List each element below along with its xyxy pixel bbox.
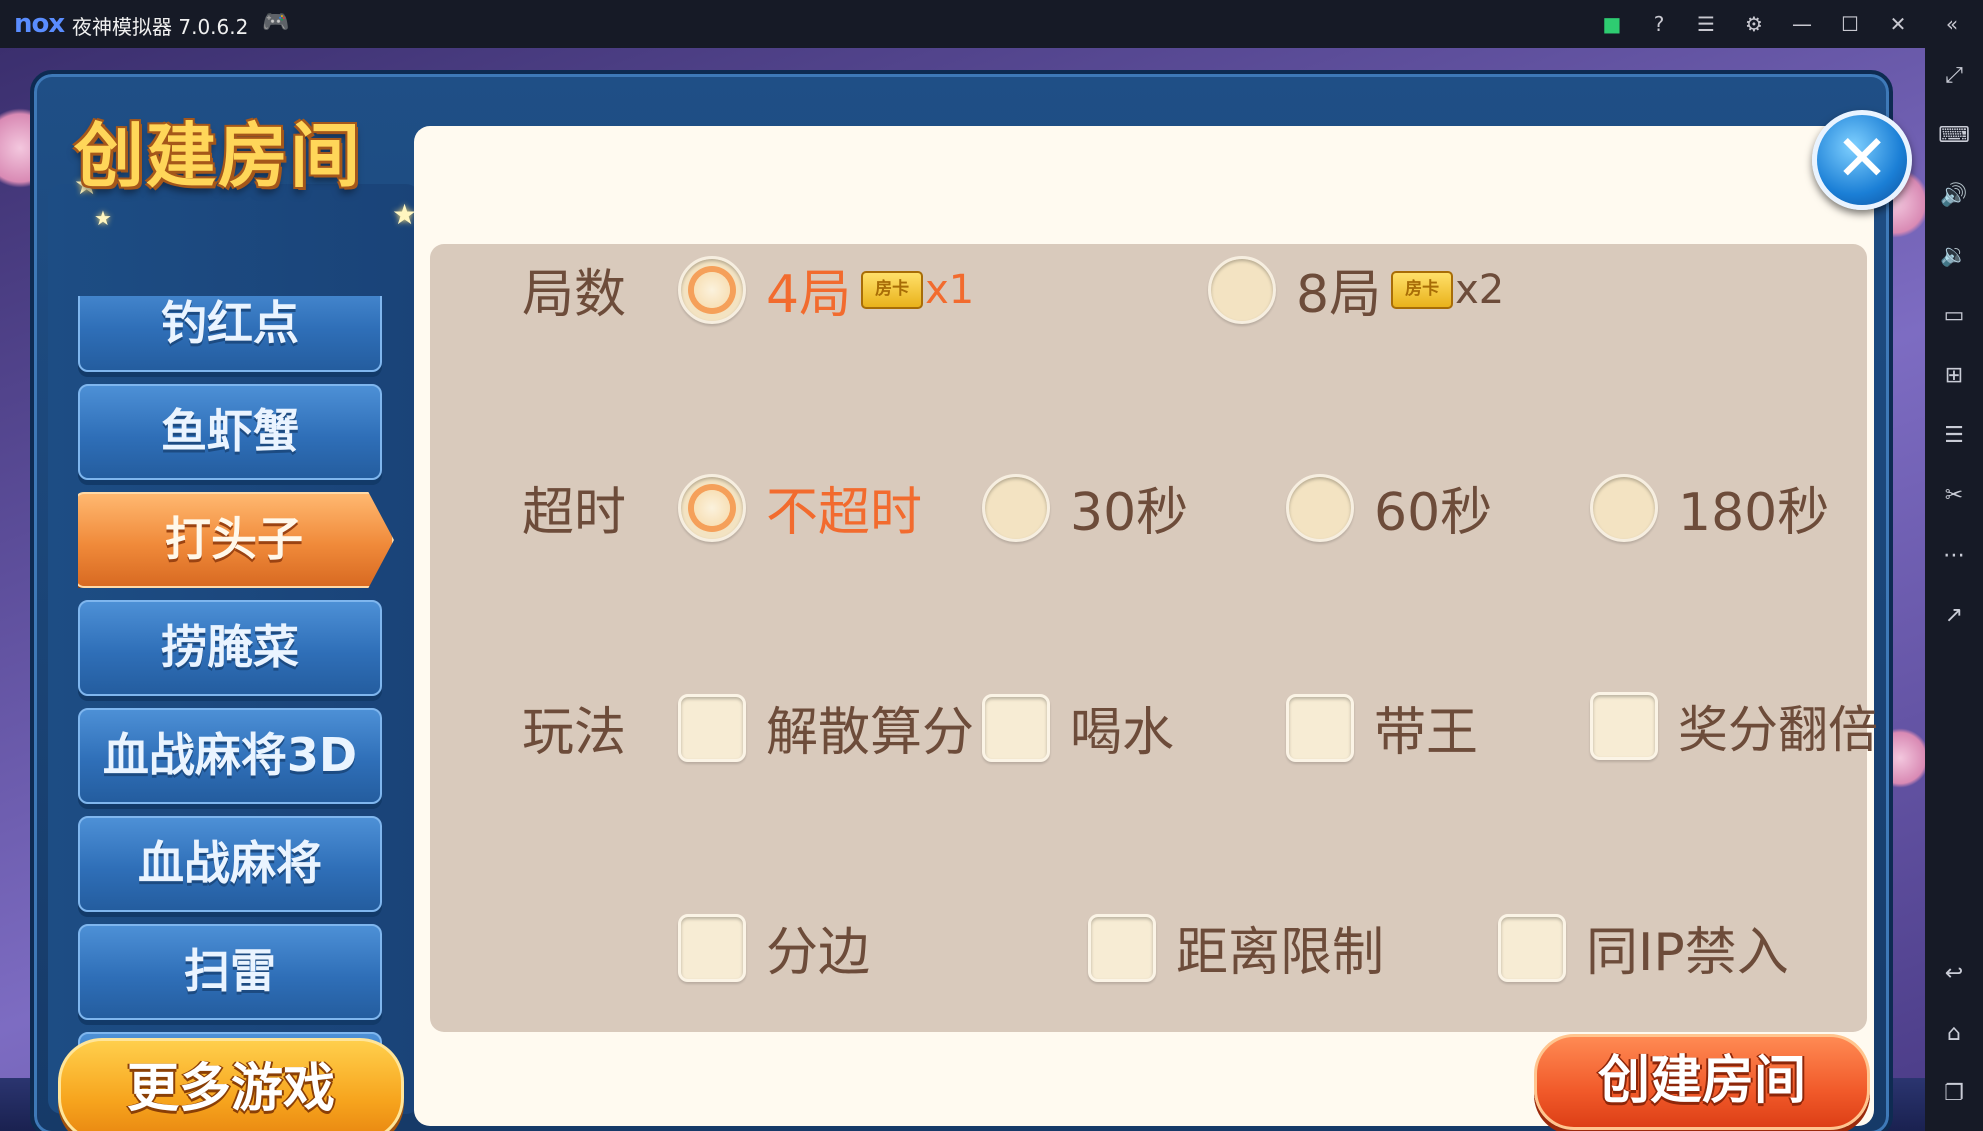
options-panel: 局数 4局 房卡 x1 8局 房卡 x2 超时 不超时 30秒 60秒 180秒… xyxy=(430,244,1878,1032)
create-room-button[interactable]: 创建房间 xyxy=(1534,1034,1870,1130)
room-card-icon: 房卡 xyxy=(1391,270,1454,309)
option-label: 同IP禁入 xyxy=(1586,923,1789,983)
dialog-title: 创建房间 xyxy=(74,115,362,197)
card-multiplier: x2 xyxy=(1455,266,1505,313)
timeout-option-60[interactable]: 60秒 xyxy=(1286,470,1492,545)
radio[interactable] xyxy=(1286,473,1354,542)
option-label: 距离限制 xyxy=(1176,923,1385,983)
rounds-label: 局数 xyxy=(522,265,627,325)
option-label: 分边 xyxy=(766,923,871,983)
close-icon[interactable]: ✕ xyxy=(1882,8,1914,40)
volume-down-icon[interactable]: 🔉 xyxy=(1938,240,1970,272)
create-room-dialog: 钓红点 鱼虾蟹 打头子 捞腌菜 血战麻将3D 血战麻将 扫雷 ★ ★ ★ ★ 创… xyxy=(30,70,1893,1131)
app-title: 夜神模拟器 7.0.6.2 xyxy=(72,15,249,39)
home-icon[interactable]: ⌂ xyxy=(1938,1018,1970,1050)
checkbox[interactable] xyxy=(678,913,746,982)
radio-selected[interactable] xyxy=(678,473,746,542)
apk-install-icon[interactable]: ⊞ xyxy=(1938,360,1970,392)
radio[interactable] xyxy=(982,473,1050,542)
option-label: 解散算分 xyxy=(766,703,975,763)
checkbox[interactable] xyxy=(1286,693,1354,762)
option-label: 30秒 xyxy=(1070,483,1189,543)
game-item-active[interactable]: 打头子 xyxy=(78,492,394,588)
extra-option[interactable]: 距离限制 xyxy=(1088,910,1384,985)
radio[interactable] xyxy=(1208,255,1276,324)
game-item[interactable]: 钓红点 xyxy=(78,296,382,372)
star-icon: ★ xyxy=(94,206,112,230)
option-label: 4局 xyxy=(766,265,852,325)
rule-option[interactable]: 奖分翻倍 xyxy=(1590,690,1878,762)
option-label: 180秒 xyxy=(1678,483,1830,543)
game-item[interactable]: 血战麻将 xyxy=(78,816,382,912)
card-multiplier: x1 xyxy=(925,266,975,313)
option-label: 带王 xyxy=(1374,703,1479,763)
option-label: 60秒 xyxy=(1374,483,1493,543)
extra-option[interactable]: 同IP禁入 xyxy=(1498,910,1789,985)
checkbox[interactable] xyxy=(982,693,1050,762)
game-item[interactable]: 血战麻将3D xyxy=(78,708,382,804)
share-icon[interactable]: ↗ xyxy=(1938,600,1970,632)
rounds-option-8[interactable]: 8局 房卡 x2 xyxy=(1208,252,1504,327)
game-screen: 钓红点 鱼虾蟹 打头子 捞腌菜 血战麻将3D 血战麻将 扫雷 ★ ★ ★ ★ 创… xyxy=(0,48,1925,1131)
checkbox[interactable] xyxy=(1590,692,1658,760)
close-dialog-icon[interactable]: ✕ xyxy=(1812,110,1912,210)
room-card-icon: 房卡 xyxy=(861,270,924,309)
radio-selected[interactable] xyxy=(678,255,746,324)
store-icon[interactable]: ■ xyxy=(1596,8,1628,40)
keyboard-icon[interactable]: ⌨ xyxy=(1938,120,1970,152)
gamepad-icon[interactable]: 🎮 xyxy=(262,10,289,35)
settings-icon[interactable]: ⚙ xyxy=(1738,8,1770,40)
collapse-icon[interactable]: « xyxy=(1936,8,1968,40)
timeout-option-none[interactable]: 不超时 xyxy=(678,470,922,545)
menu-icon[interactable]: ☰ xyxy=(1690,8,1722,40)
rule-option[interactable]: 解散算分 xyxy=(678,690,974,765)
nox-logo: nox xyxy=(14,9,65,39)
checkbox[interactable] xyxy=(1498,913,1566,982)
game-list: 钓红点 鱼虾蟹 打头子 捞腌菜 血战麻将3D 血战麻将 扫雷 xyxy=(78,296,418,1066)
emulator-sidebar: ⤢ ⌨ 🔊 🔉 ▭ ⊞ ☰ ✂ ⋯ ↗ ↩ ⌂ ❐ xyxy=(1925,48,1983,1131)
fullscreen-icon[interactable]: ⤢ xyxy=(1938,60,1970,92)
option-label: 不超时 xyxy=(766,483,923,543)
checkbox[interactable] xyxy=(1088,913,1156,982)
back-icon[interactable]: ↩ xyxy=(1938,958,1970,990)
rules-label: 玩法 xyxy=(522,703,627,763)
minimize-icon[interactable]: — xyxy=(1786,8,1818,40)
emulator-titlebar: nox 夜神模拟器 7.0.6.2 🎮 ■ ? ☰ ⚙ — ☐ ✕ « xyxy=(0,0,1983,48)
more-icon[interactable]: ⋯ xyxy=(1938,540,1970,572)
rule-option[interactable]: 带王 xyxy=(1286,690,1478,765)
timeout-option-30[interactable]: 30秒 xyxy=(982,470,1188,545)
rule-option[interactable]: 喝水 xyxy=(982,690,1174,765)
option-label: 奖分翻倍 xyxy=(1678,701,1878,759)
volume-up-icon[interactable]: 🔊 xyxy=(1938,180,1970,212)
options-content: 局数 4局 房卡 x1 8局 房卡 x2 超时 不超时 30秒 60秒 180秒… xyxy=(414,126,1878,1130)
game-item[interactable]: 鱼虾蟹 xyxy=(78,384,382,480)
recent-apps-icon[interactable]: ❐ xyxy=(1938,1078,1970,1110)
multi-instance-icon[interactable]: ☰ xyxy=(1938,420,1970,452)
checkbox[interactable] xyxy=(678,693,746,762)
option-label: 喝水 xyxy=(1070,703,1175,763)
game-item[interactable]: 扫雷 xyxy=(78,924,382,1020)
screenshot-icon[interactable]: ✂ xyxy=(1938,480,1970,512)
option-label: 8局 xyxy=(1296,265,1382,325)
maximize-icon[interactable]: ☐ xyxy=(1834,8,1866,40)
rounds-option-4[interactable]: 4局 房卡 x1 xyxy=(678,252,974,327)
help-icon[interactable]: ? xyxy=(1643,8,1675,40)
more-games-button[interactable]: 更多游戏 xyxy=(58,1038,404,1131)
timeout-label: 超时 xyxy=(522,483,627,543)
game-list-panel: 钓红点 鱼虾蟹 打头子 捞腌菜 血战麻将3D 血战麻将 扫雷 xyxy=(48,184,420,1114)
game-item[interactable]: 捞腌菜 xyxy=(78,600,382,696)
timeout-option-180[interactable]: 180秒 xyxy=(1590,470,1829,545)
screen-icon[interactable]: ▭ xyxy=(1938,300,1970,332)
extra-option[interactable]: 分边 xyxy=(678,910,870,985)
radio[interactable] xyxy=(1590,473,1658,542)
